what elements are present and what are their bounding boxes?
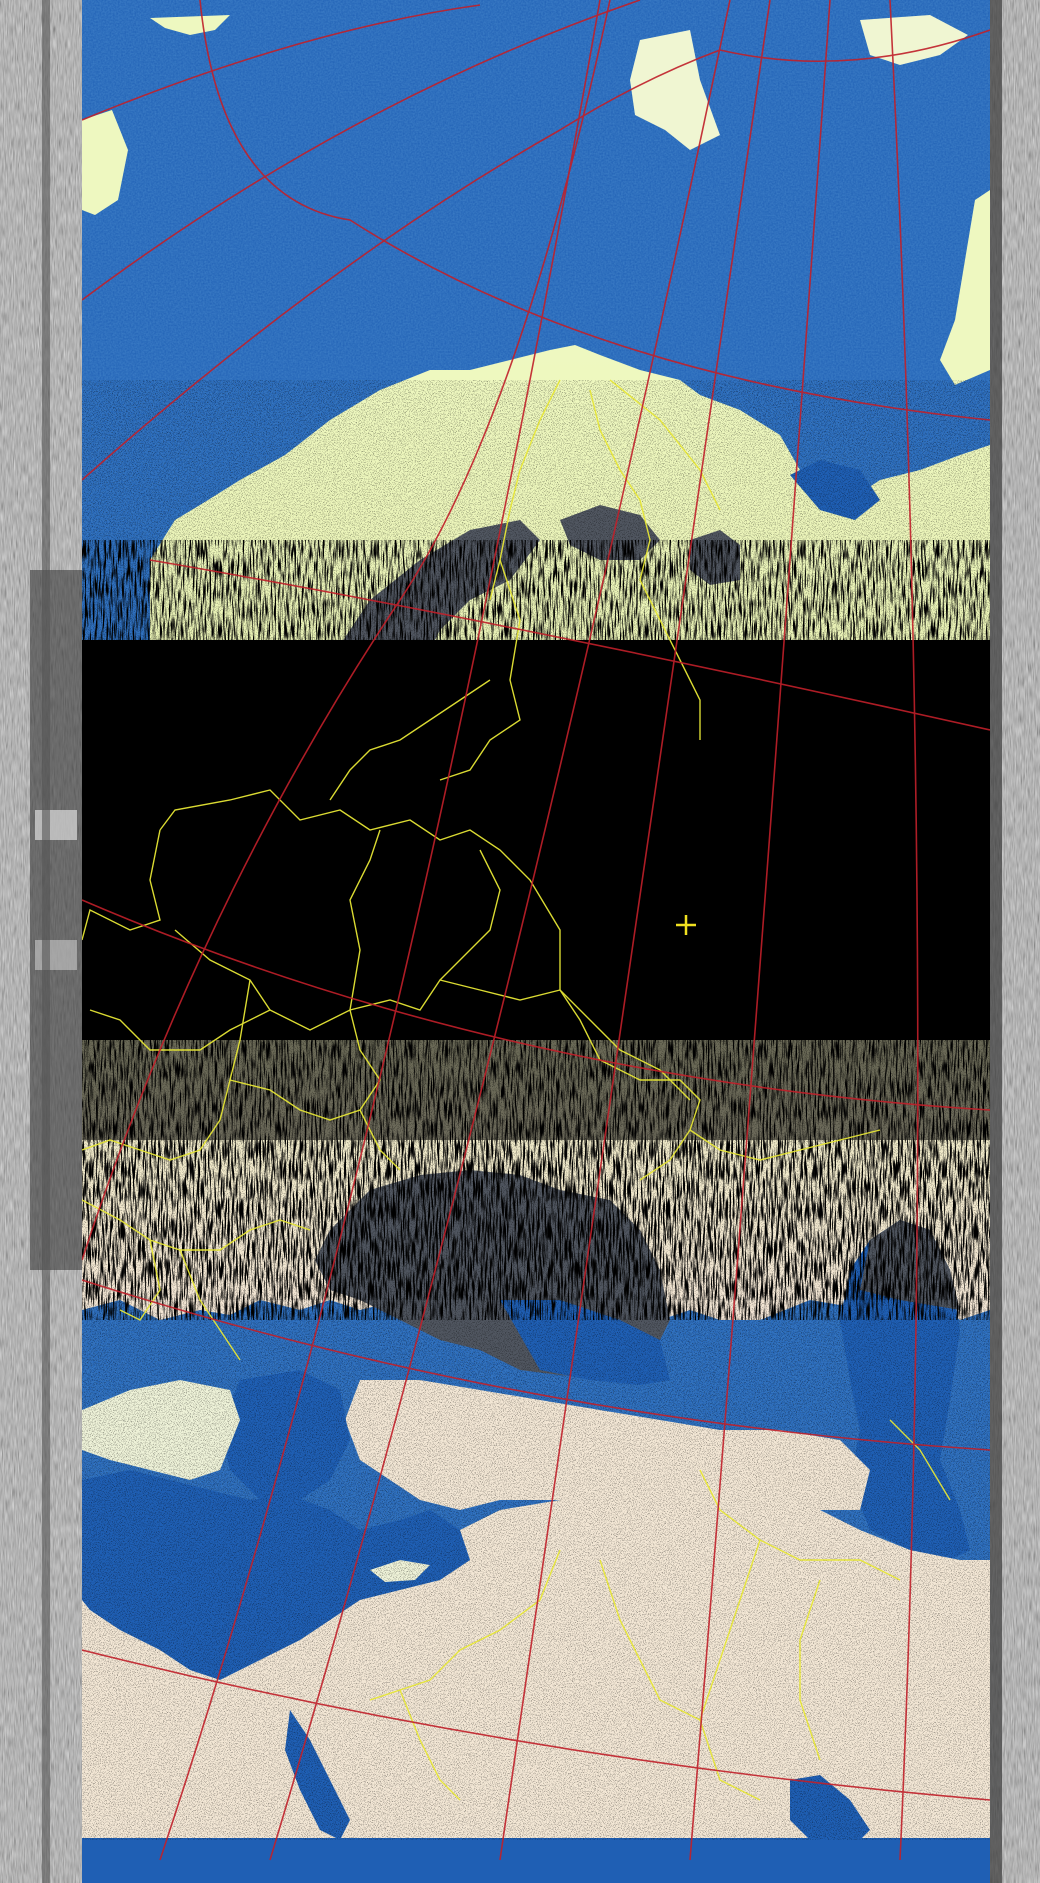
satellite-map-image bbox=[0, 0, 1040, 1883]
satellite-image-page bbox=[0, 0, 1040, 1883]
